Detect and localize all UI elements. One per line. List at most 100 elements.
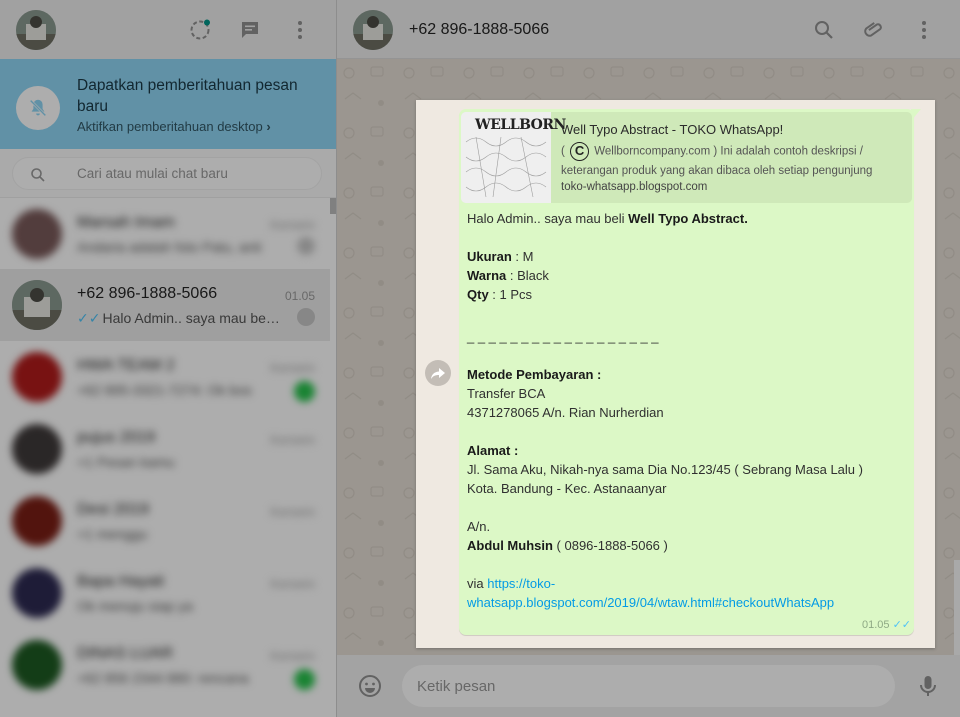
color-value: : Black [506, 268, 549, 283]
chat-name: Desi 2019 [77, 501, 150, 518]
chat-preview: Ok menuju siap ya [77, 598, 193, 614]
link-preview-description: ( C Wellborncompany.com ) Ini adalah con… [561, 142, 901, 181]
mute-icon [297, 237, 315, 255]
chat-name: HWA TEAM 2 [77, 357, 175, 374]
new-chat-icon[interactable] [238, 18, 262, 42]
greeting-text: Halo Admin.. saya mau beli [467, 211, 629, 226]
chevron-right-icon: › [266, 119, 271, 134]
menu-icon[interactable] [288, 18, 312, 42]
buyer-phone: ( 0896-1888-5066 ) [552, 538, 668, 553]
attach-icon[interactable] [862, 18, 886, 42]
status-icon[interactable] [188, 18, 212, 42]
search-bar [0, 149, 336, 198]
search-icon [30, 167, 46, 183]
size-value: : M [511, 249, 534, 264]
chat-name: DINAS LUAR [77, 645, 174, 662]
copyright-icon: C [570, 142, 590, 161]
notification-subtitle: Aktifkan pemberitahuan desktop [77, 119, 263, 134]
product-name: Well Typo Abstract. [628, 211, 748, 226]
forward-icon [431, 368, 445, 379]
notification-title: Dapatkan pemberitahuan pesan baru [77, 77, 298, 115]
bubble-tail [911, 109, 921, 121]
enable-desktop-notifications-link[interactable]: Aktifkan pemberitahuan desktop › [77, 119, 271, 134]
chat-list-item[interactable]: Marsah Imam Kemarin Andaria adalah foto … [0, 198, 330, 270]
chat-list-scrollbar[interactable] [330, 198, 336, 214]
address-line-1: Jl. Sama Aku, Nikah-nya sama Dia No.123/… [467, 462, 863, 477]
chat-time: Kemarin [270, 649, 315, 663]
chat-name: pujus 2019 [77, 429, 156, 446]
chat-preview: +62 895-3321-7274: Ok bos [77, 382, 252, 398]
read-ticks-icon: ✓✓ [77, 310, 101, 326]
avatar [12, 496, 62, 546]
chat-name: Marsah Imam [77, 214, 175, 231]
chat-list-item[interactable]: pujus 2019 Kemarin +1 Pesan kamu [0, 413, 330, 485]
chat-time: 01.05 [284, 289, 315, 303]
link-preview-desc-prefix: ( [561, 145, 565, 158]
notification-banner[interactable]: Dapatkan pemberitahuan pesan baru Aktifk… [0, 59, 336, 149]
chat-time: Kemarin [270, 218, 315, 232]
chat-preview: +1 Pesan kamu [77, 454, 175, 470]
via-label: via [467, 576, 488, 591]
contact-name: +62 896-1888-5066 [409, 21, 550, 38]
chat-name: +62 896-1888-5066 [77, 285, 218, 302]
read-ticks-icon: ✓✓ [892, 619, 912, 631]
chat-list-item[interactable]: Desi 2019 Kemarin +1 menggu [0, 485, 330, 557]
chat-list-pane: Dapatkan pemberitahuan pesan baru Aktifk… [0, 0, 337, 717]
contact-avatar[interactable] [353, 10, 393, 50]
conversation-scrollbar[interactable] [954, 560, 960, 655]
chat-preview: ✓✓ Halo Admin.. saya mau beli ... [77, 310, 282, 327]
chat-list-item[interactable]: DINAS LUAR Kemarin +62 856 2344 880: ren… [0, 629, 330, 701]
search-input[interactable] [77, 158, 307, 189]
message-body: Halo Admin.. saya mau beli Well Typo Abs… [467, 209, 907, 612]
chat-list-item[interactable]: Bapa Hayati Kemarin Ok menuju siap ya [0, 557, 330, 629]
link-preview[interactable]: WELLBORN Well Typo Abstract - TOKO Whats… [461, 112, 912, 203]
avatar [12, 209, 62, 259]
link-preview-thumb-text: WELLBORN [475, 117, 566, 133]
link-preview-title: Well Typo Abstract - TOKO WhatsApp! [561, 122, 784, 137]
chat-preview: +1 menggu [77, 526, 148, 542]
address-label: Alamat : [467, 443, 519, 458]
link-preview-thumbnail: WELLBORN [461, 112, 566, 203]
search-box [12, 157, 322, 190]
avatar [12, 424, 62, 474]
message-input[interactable] [402, 665, 895, 707]
menu-icon[interactable] [912, 18, 936, 42]
my-avatar[interactable] [16, 10, 56, 50]
chat-list-item-active[interactable]: +62 896-1888-5066 01.05 ✓✓ Halo Admin.. s… [0, 269, 330, 341]
avatar [12, 568, 62, 618]
an-label: A/n. [467, 519, 491, 534]
qty-label: Qty [467, 287, 489, 302]
chat-preview: +62 856 2344 880: rencana [77, 670, 249, 686]
microphone-icon[interactable] [916, 674, 940, 698]
chat-time: Kemarin [270, 577, 315, 591]
size-label: Ukuran [467, 249, 512, 264]
left-header [0, 0, 336, 59]
chat-name: Bapa Hayati [77, 573, 165, 590]
qty-value: : 1 Pcs [488, 287, 533, 302]
message-meta: 01.05 ✓✓ [862, 618, 911, 631]
conversation-header[interactable]: +62 896-1888-5066 [337, 0, 960, 59]
pin-icon [297, 308, 315, 326]
link-preview-desc-text: Wellborncompany.com ) Ini adalah contoh … [561, 145, 873, 177]
separator-line: _ _ _ _ _ _ _ _ _ _ _ _ _ _ _ _ _ _ [467, 329, 659, 344]
payment-line-1: Transfer BCA [467, 386, 546, 401]
unread-badge [294, 669, 315, 690]
chat-list: Marsah Imam Kemarin Andaria adalah foto … [0, 198, 336, 717]
chat-time: Kemarin [270, 505, 315, 519]
search-icon[interactable] [812, 18, 836, 42]
color-label: Warna [467, 268, 507, 283]
buyer-name: Abdul Muhsin [467, 538, 553, 553]
forward-button[interactable] [425, 360, 451, 386]
emoji-icon[interactable] [358, 674, 382, 698]
unread-badge [294, 381, 315, 402]
address-line-2: Kota. Bandung - Kec. Astanaanyar [467, 481, 667, 496]
chat-list-item[interactable]: HWA TEAM 2 Kemarin +62 895-3321-7274: Ok… [0, 341, 330, 413]
message-composer [337, 655, 960, 717]
link-preview-url: toko-whatsapp.blogspot.com [561, 181, 708, 193]
chat-preview: Andaria adalah foto Patu, anti [77, 239, 262, 255]
avatar [12, 640, 62, 690]
payment-line-2: 4371278065 A/n. Rian Nurherdian [467, 405, 664, 420]
checkout-link[interactable]: https://toko- [487, 576, 555, 591]
chat-preview-text: Halo Admin.. saya mau beli ... [102, 310, 282, 326]
checkout-link-continued[interactable]: whatsapp.blogspot.com/2019/04/wtaw.html#… [467, 595, 834, 610]
